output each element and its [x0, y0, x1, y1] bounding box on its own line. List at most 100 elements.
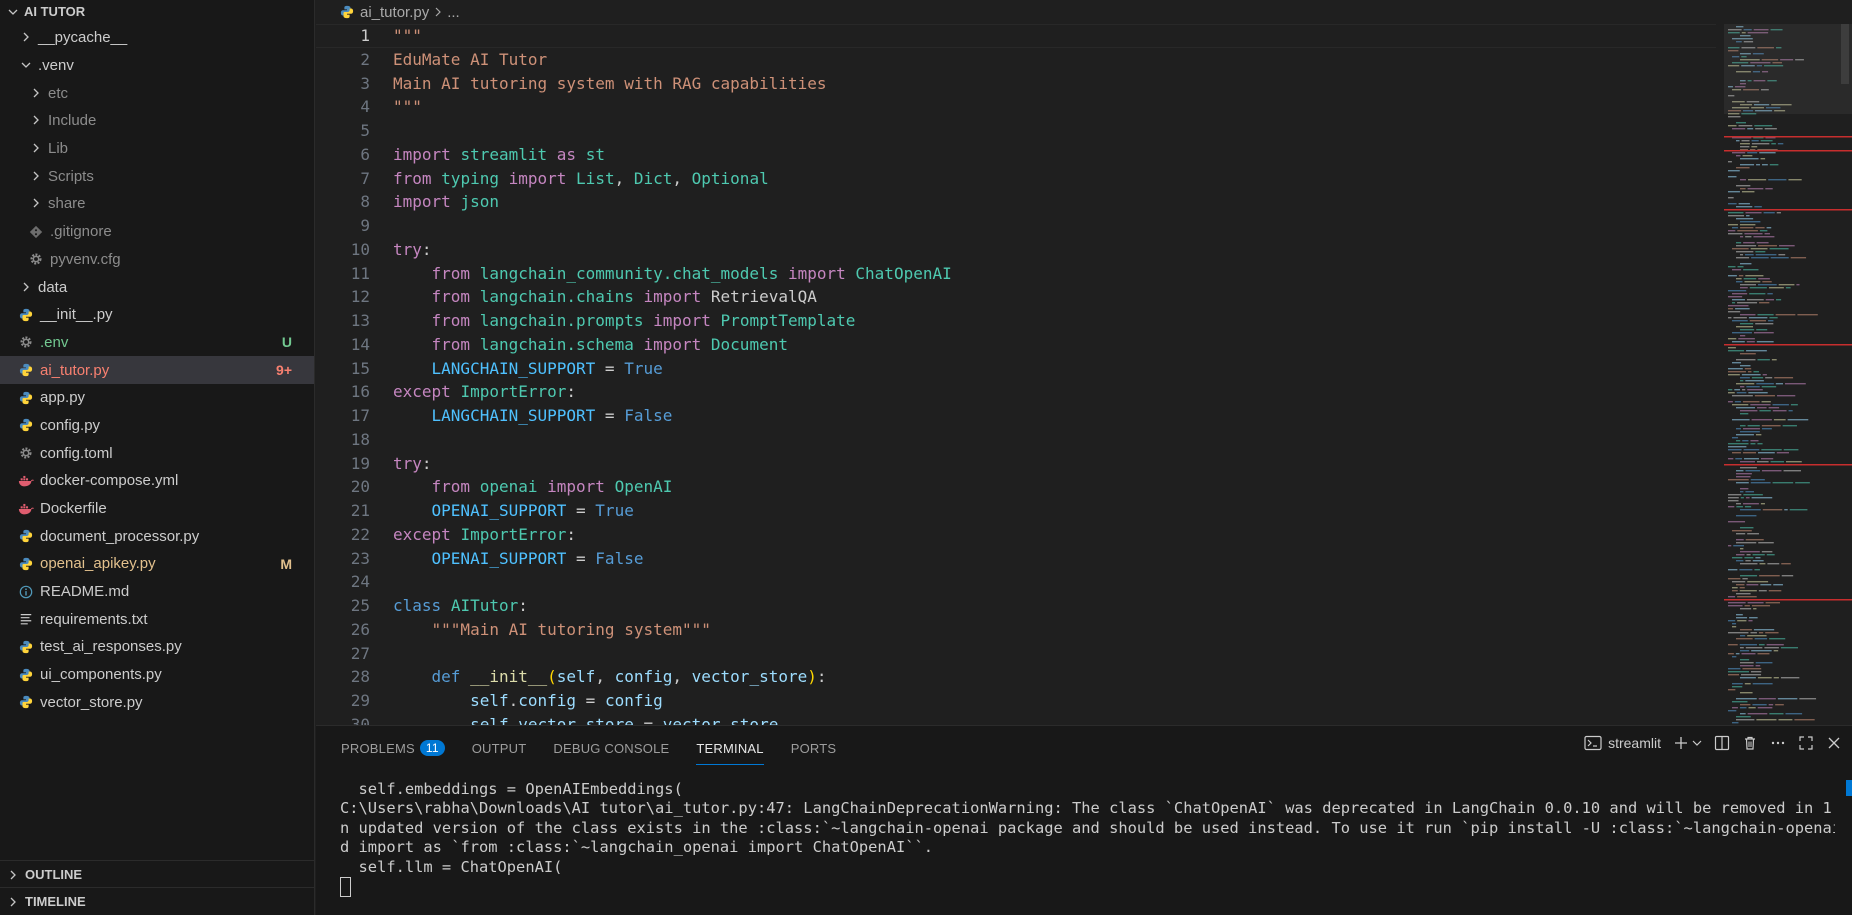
- file-item-document-processor-py[interactable]: document_processor.py: [0, 522, 314, 550]
- file-item-env[interactable]: .env U: [0, 329, 314, 357]
- panel-tab-ports[interactable]: PORTS: [791, 735, 837, 761]
- code-line[interactable]: 1 """: [316, 24, 1716, 48]
- code-line[interactable]: 6 import streamlit as st: [316, 143, 1716, 167]
- more-actions-button[interactable]: [1770, 735, 1786, 751]
- code-line[interactable]: 17 LANGCHAIN_SUPPORT = False: [316, 404, 1716, 428]
- kill-terminal-button[interactable]: [1742, 735, 1758, 751]
- line-number: 22: [350, 524, 370, 544]
- code-token: import: [393, 144, 451, 164]
- code-line[interactable]: 4 """: [316, 95, 1716, 119]
- minimap-stroke: [1728, 317, 1732, 319]
- breadcrumb-symbols[interactable]: ...: [447, 4, 460, 21]
- file-item-openai-apikey-py[interactable]: openai_apikey.py M: [0, 550, 314, 578]
- file-item-config-toml[interactable]: config.toml: [0, 439, 314, 467]
- code-line[interactable]: 27: [316, 642, 1716, 666]
- terminal-scrollbar[interactable]: [1846, 780, 1852, 796]
- outline-section-header[interactable]: OUTLINE: [0, 860, 315, 888]
- code-line[interactable]: 15 LANGCHAIN_SUPPORT = True: [316, 357, 1716, 381]
- file-item-vector-store-py[interactable]: vector_store.py: [0, 689, 314, 717]
- code-line[interactable]: 11 from langchain_community.chat_models …: [316, 262, 1716, 286]
- terminal-output[interactable]: self.embeddings = OpenAIEmbeddings(C:\Us…: [340, 780, 1835, 915]
- editor-scrollbar[interactable]: [1838, 24, 1852, 725]
- minimap-stroke: [1747, 152, 1758, 154]
- file-item-init-py[interactable]: __init__.py: [0, 301, 314, 329]
- panel-tab-output[interactable]: OUTPUT: [472, 735, 527, 761]
- folder-item-pycache[interactable]: __pycache__: [0, 24, 314, 52]
- file-item-config-py[interactable]: config.py: [0, 412, 314, 440]
- timeline-section-header[interactable]: TIMELINE: [0, 887, 315, 915]
- file-item-gitignore[interactable]: .gitignore: [0, 218, 314, 246]
- minimap-stroke: [1750, 404, 1771, 406]
- minimap-stroke: [1732, 686, 1743, 688]
- new-terminal-button[interactable]: [1673, 735, 1702, 751]
- split-terminal-button[interactable]: [1714, 735, 1730, 751]
- minimap-viewport[interactable]: [1724, 24, 1852, 114]
- minimap-stroke: [1742, 452, 1757, 454]
- code-token: :: [518, 596, 528, 615]
- maximize-panel-button[interactable]: [1798, 735, 1814, 751]
- code-line[interactable]: 8 import json: [316, 190, 1716, 214]
- file-item-test-ai-responses-py[interactable]: test_ai_responses.py: [0, 633, 314, 661]
- code-line[interactable]: 30 self.vector_store = vector_store: [316, 713, 1716, 725]
- code-line[interactable]: 26 """Main AI tutoring system""": [316, 618, 1716, 642]
- code-line[interactable]: 25 class AITutor:: [316, 594, 1716, 618]
- minimap-stroke: [1745, 647, 1763, 649]
- file-item-requirements-txt[interactable]: requirements.txt: [0, 605, 314, 633]
- code-line[interactable]: 9: [316, 214, 1716, 238]
- code-line[interactable]: 19 try:: [316, 452, 1716, 476]
- explorer-sidebar: AI TUTOR __pycache__ .venv etc Include Lib Sc…: [0, 0, 315, 915]
- minimap-stroke: [1775, 704, 1784, 706]
- code-line[interactable]: 21 OPENAI_SUPPORT = True: [316, 499, 1716, 523]
- code-line[interactable]: 22 except ImportError:: [316, 523, 1716, 547]
- folder-item-scripts[interactable]: Scripts: [0, 162, 314, 190]
- code-line[interactable]: 14 from langchain.schema import Document: [316, 333, 1716, 357]
- code-line[interactable]: 3 Main AI tutoring system with RAG capabi…: [316, 72, 1716, 96]
- code-line[interactable]: 28 def __init__(self, config, vector_sto…: [316, 665, 1716, 689]
- folder-item-lib[interactable]: Lib: [0, 135, 314, 163]
- file-item-readme-md[interactable]: README.md: [0, 578, 314, 606]
- folder-item-data[interactable]: data: [0, 273, 314, 301]
- panel-tab-debug-console[interactable]: DEBUG CONSOLE: [553, 735, 669, 761]
- code-line[interactable]: 13 from langchain.prompts import PromptT…: [316, 309, 1716, 333]
- panel-tab-problems[interactable]: PROBLEMS 11: [341, 735, 445, 761]
- terminal-prompt-line[interactable]: [340, 876, 1835, 897]
- terminal-instance[interactable]: streamlit: [1584, 735, 1661, 751]
- minimap-stroke: [1728, 596, 1736, 598]
- minimap-stroke: [1755, 251, 1766, 253]
- code-line[interactable]: 20 from openai import OpenAI: [316, 475, 1716, 499]
- explorer-header[interactable]: AI TUTOR: [0, 0, 314, 24]
- code-line[interactable]: 2 EduMate AI Tutor: [316, 48, 1716, 72]
- minimap-stroke: [1736, 218, 1754, 220]
- code-line[interactable]: 18: [316, 428, 1716, 452]
- close-panel-button[interactable]: [1826, 735, 1842, 751]
- code-editor[interactable]: 1 """ 2 EduMate AI Tutor 3 Main AI tutoring s…: [316, 24, 1716, 725]
- minimap[interactable]: [1724, 24, 1852, 725]
- code-line[interactable]: 24: [316, 570, 1716, 594]
- file-item-pyvenv-cfg[interactable]: pyvenv.cfg: [0, 246, 314, 274]
- file-item-ai-tutor-py[interactable]: ai_tutor.py 9+: [0, 356, 314, 384]
- folder-item-venv[interactable]: .venv: [0, 52, 314, 80]
- code-line[interactable]: 10 try:: [316, 238, 1716, 262]
- code-line[interactable]: 12 from langchain.chains import Retrieva…: [316, 285, 1716, 309]
- code-line[interactable]: 7 from typing import List, Dict, Optional: [316, 167, 1716, 191]
- minimap-stroke: [1738, 338, 1755, 340]
- file-item-app-py[interactable]: app.py: [0, 384, 314, 412]
- minimap-stroke: [1732, 557, 1743, 559]
- chevron-down-icon[interactable]: [1692, 738, 1702, 748]
- file-item-ui-components-py[interactable]: ui_components.py: [0, 661, 314, 689]
- file-item-dockerfile[interactable]: Dockerfile: [0, 495, 314, 523]
- outline-label: OUTLINE: [25, 867, 83, 882]
- code-line[interactable]: 23 OPENAI_SUPPORT = False: [316, 547, 1716, 571]
- minimap-stroke: [1766, 227, 1772, 229]
- folder-item-share[interactable]: share: [0, 190, 314, 218]
- code-line[interactable]: 16 except ImportError:: [316, 380, 1716, 404]
- panel-tab-terminal[interactable]: TERMINAL: [696, 735, 765, 765]
- breadcrumb-file[interactable]: ai_tutor.py: [360, 4, 429, 21]
- folder-item-etc[interactable]: etc: [0, 79, 314, 107]
- code-line[interactable]: 29 self.config = config: [316, 689, 1716, 713]
- code-line[interactable]: 5: [316, 119, 1716, 143]
- file-item-docker-compose-yml[interactable]: docker-compose.yml: [0, 467, 314, 495]
- folder-item-include[interactable]: Include: [0, 107, 314, 135]
